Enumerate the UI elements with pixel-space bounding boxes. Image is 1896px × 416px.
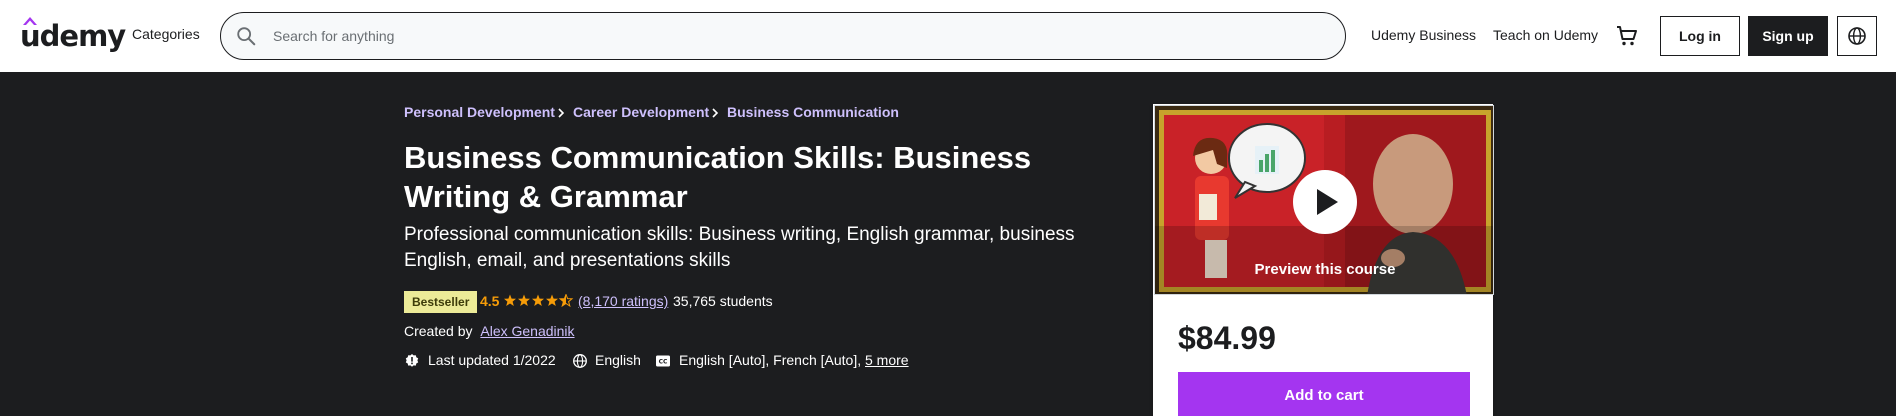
search-icon[interactable] [235,25,257,47]
rating-score: 4.5 [480,293,500,309]
language-button[interactable] [1837,16,1877,56]
course-purchase-card: Preview this course $84.99 Add to cart [1153,104,1494,416]
course-subtitle: Professional communication skills: Busin… [404,224,1075,271]
signup-button[interactable]: Sign up [1748,16,1828,56]
preview-course-label[interactable]: Preview this course [1155,261,1493,278]
svg-text:CC: CC [659,359,668,366]
globe-icon [1848,27,1866,45]
created-by: Created by Alex Genadinik [404,323,575,339]
categories-menu[interactable]: Categories [132,26,200,42]
alert-badge-icon [405,354,419,367]
course-meta: Last updated 1/2022 English CC English [… [404,351,1004,371]
captions-text: English [Auto], French [Auto], [679,352,862,368]
udemy-logo[interactable]: udemy [20,14,126,58]
bestseller-badge: Bestseller [404,291,478,313]
globe-icon [573,354,587,368]
chevron-right-icon [558,108,565,118]
created-by-label: Created by [404,323,473,339]
captions-more-link[interactable]: 5 more [865,352,909,368]
play-button[interactable] [1293,170,1357,234]
top-header: udemy Categories Udemy Business Teach on… [0,0,1896,72]
closed-captions-icon: CC [656,355,670,367]
captions-languages: English [Auto], French [Auto], 5 more [679,352,909,368]
chevron-right-icon [712,108,719,118]
cart-icon[interactable] [1615,24,1639,48]
ratings-count-link[interactable]: (8,170 ratings) [578,293,668,309]
rating-row: Bestseller 4.5 (8,170 ratings) 35,765 st… [404,291,904,313]
login-button[interactable]: Log in [1660,16,1740,56]
logo-cap-icon [23,17,37,25]
author-link[interactable]: Alex Genadinik [480,323,574,339]
course-price: $84.99 [1178,320,1276,356]
students-count: 35,765 students [673,293,773,309]
add-to-cart-button[interactable]: Add to cart [1178,372,1470,416]
last-updated: Last updated 1/2022 [428,352,556,368]
course-preview[interactable]: Preview this course [1154,105,1494,295]
breadcrumb-item-business-communication[interactable]: Business Communication [727,104,899,120]
teach-on-udemy-link[interactable]: Teach on Udemy [1493,27,1598,43]
course-title: Business Communication Skills: Business … [404,140,1032,214]
play-icon [1317,189,1338,215]
search-input[interactable] [273,13,1323,59]
breadcrumb-item-career-development[interactable]: Career Development [573,104,709,120]
breadcrumb-item-personal-development[interactable]: Personal Development [404,104,555,120]
search-bar[interactable] [220,12,1346,60]
udemy-business-link[interactable]: Udemy Business [1371,27,1476,43]
star-rating-icon [504,294,573,307]
course-hero: Personal Development Career Development … [0,72,1896,416]
course-language: English [595,352,641,368]
